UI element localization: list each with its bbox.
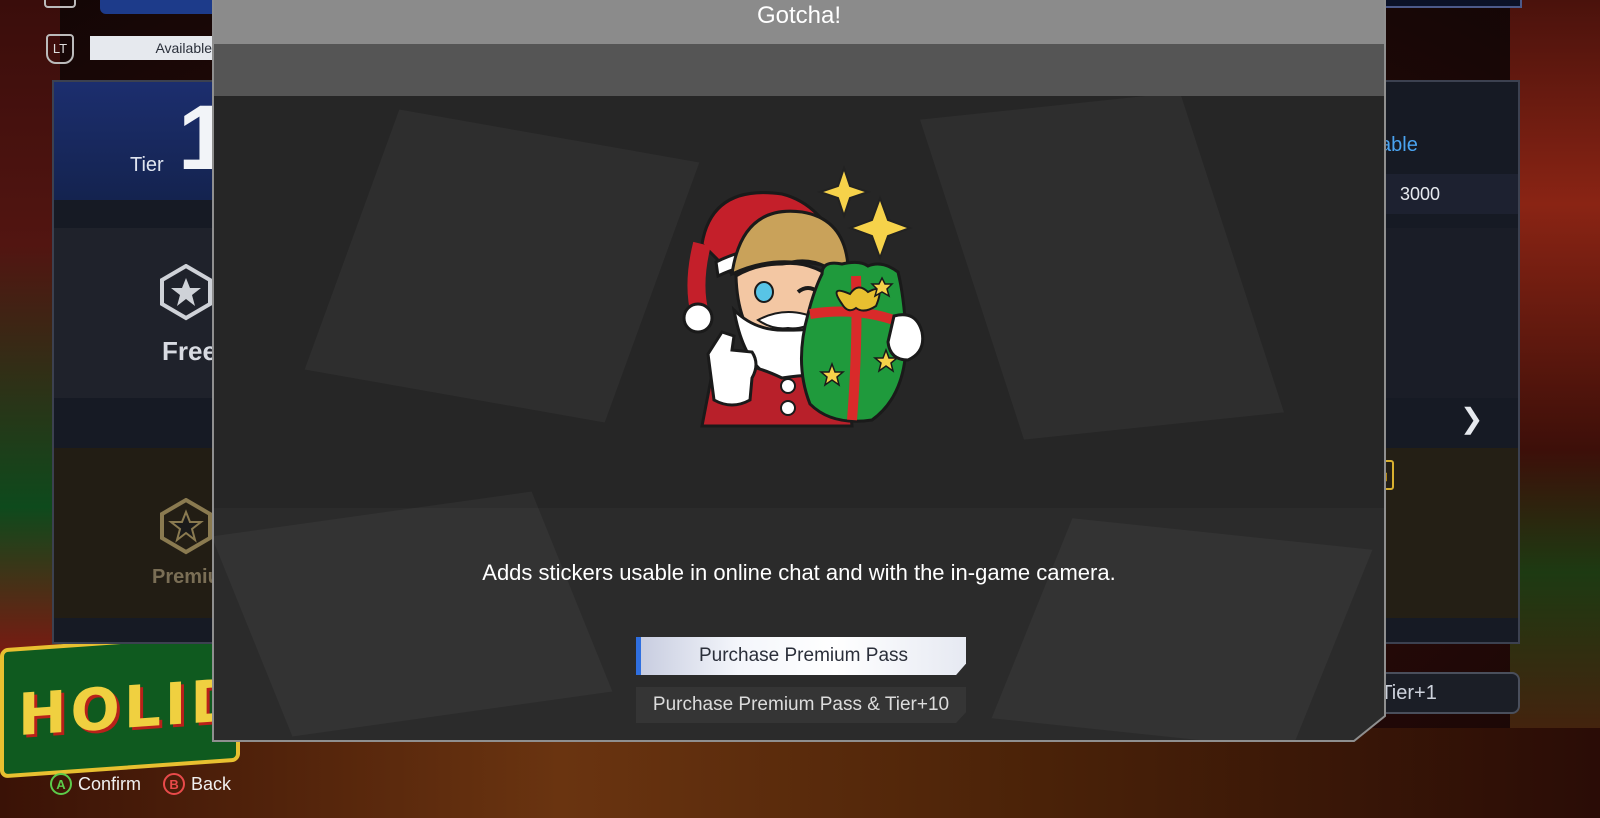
confirm-hint[interactable]: A Confirm — [50, 773, 141, 795]
right-value: 3000 — [1400, 184, 1441, 204]
tier-label: Tier — [130, 154, 164, 176]
free-badge-icon — [160, 264, 212, 321]
footer-hints: A Confirm B Back — [50, 772, 231, 796]
chevron-right-icon[interactable]: ❯ — [1460, 402, 1483, 435]
background-art-right — [1510, 0, 1600, 818]
premium-reward-slot[interactable]: Premium — [54, 448, 238, 618]
confirm-label: Confirm — [78, 773, 142, 794]
background-facet — [304, 109, 700, 423]
background-facet — [991, 518, 1373, 742]
holiday-sign: HOLIDAY — [0, 631, 332, 779]
santa-sticker-icon — [682, 164, 925, 428]
a-button-icon: A — [50, 773, 72, 795]
dialog-title-bar: Gotcha! — [212, 0, 1386, 44]
back-hint[interactable]: B Back — [163, 773, 231, 795]
purchase-premium-pass-button[interactable]: Purchase Premium Pass — [636, 637, 966, 675]
b-button-icon: B — [163, 773, 186, 795]
background-facet — [212, 491, 613, 737]
dialog-description: Adds stickers usable in online chat and … — [482, 560, 1116, 585]
dialog-band — [212, 44, 1386, 96]
premium-badge-icon — [160, 498, 212, 555]
lt-button-icon: LT — [46, 34, 74, 64]
free-reward-slot[interactable]: Free — [54, 228, 220, 398]
lb-button-icon — [44, 0, 76, 8]
back-label: Back — [191, 773, 232, 794]
dialog-title: Gotcha! — [756, 2, 842, 29]
gotcha-dialog: Gotcha! Adds stickers usable in online c… — [212, 0, 1386, 742]
background-facet — [920, 92, 1284, 440]
purchase-premium-pass-tier10-button[interactable]: Purchase Premium Pass & Tier+10 — [636, 687, 966, 723]
tier-header: Tier 1 — [54, 82, 229, 200]
available-bar: Available — [90, 36, 220, 60]
free-label: Free — [162, 336, 217, 366]
left-tier-panel: Tier 1 Free Premium — [52, 80, 238, 644]
